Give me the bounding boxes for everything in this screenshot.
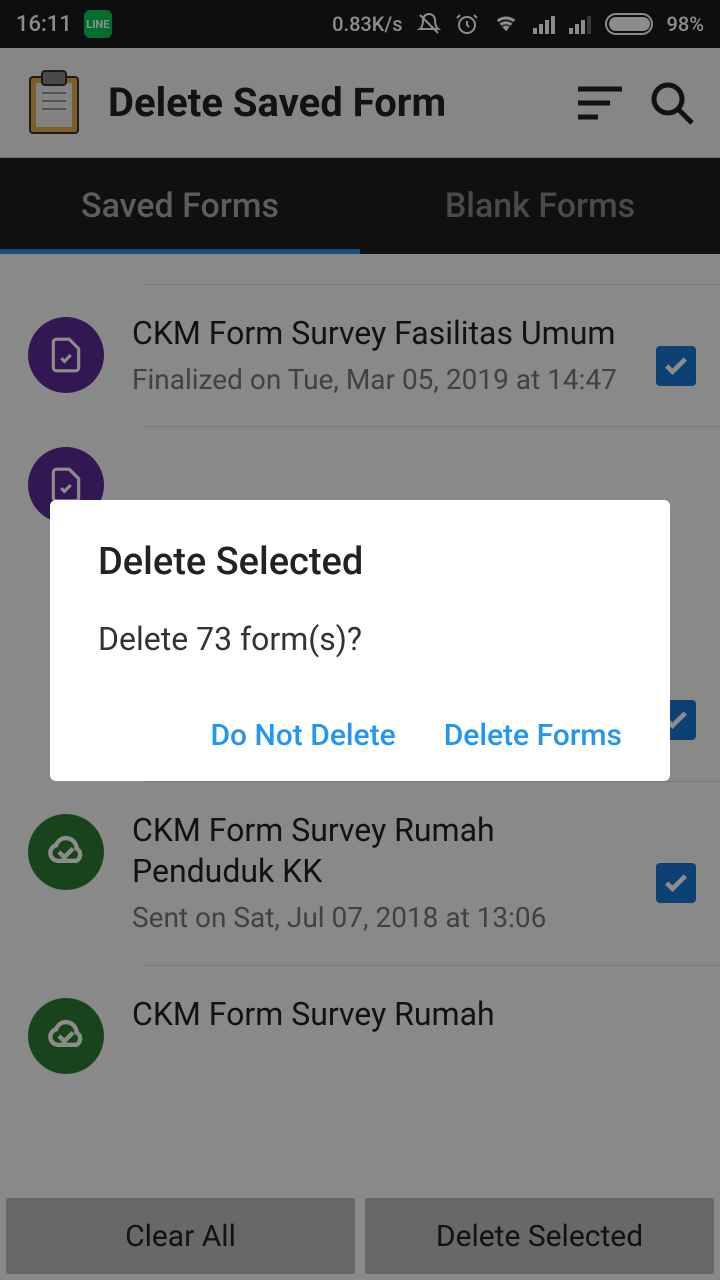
delete-forms-button[interactable]: Delete Forms [444, 718, 622, 753]
do-not-delete-button[interactable]: Do Not Delete [210, 718, 395, 753]
delete-dialog: Delete Selected Delete 73 form(s)? Do No… [50, 500, 670, 781]
dialog-message: Delete 73 form(s)? [98, 620, 622, 658]
modal-overlay[interactable]: Delete Selected Delete 73 form(s)? Do No… [0, 0, 720, 1280]
dialog-title: Delete Selected [98, 540, 622, 584]
